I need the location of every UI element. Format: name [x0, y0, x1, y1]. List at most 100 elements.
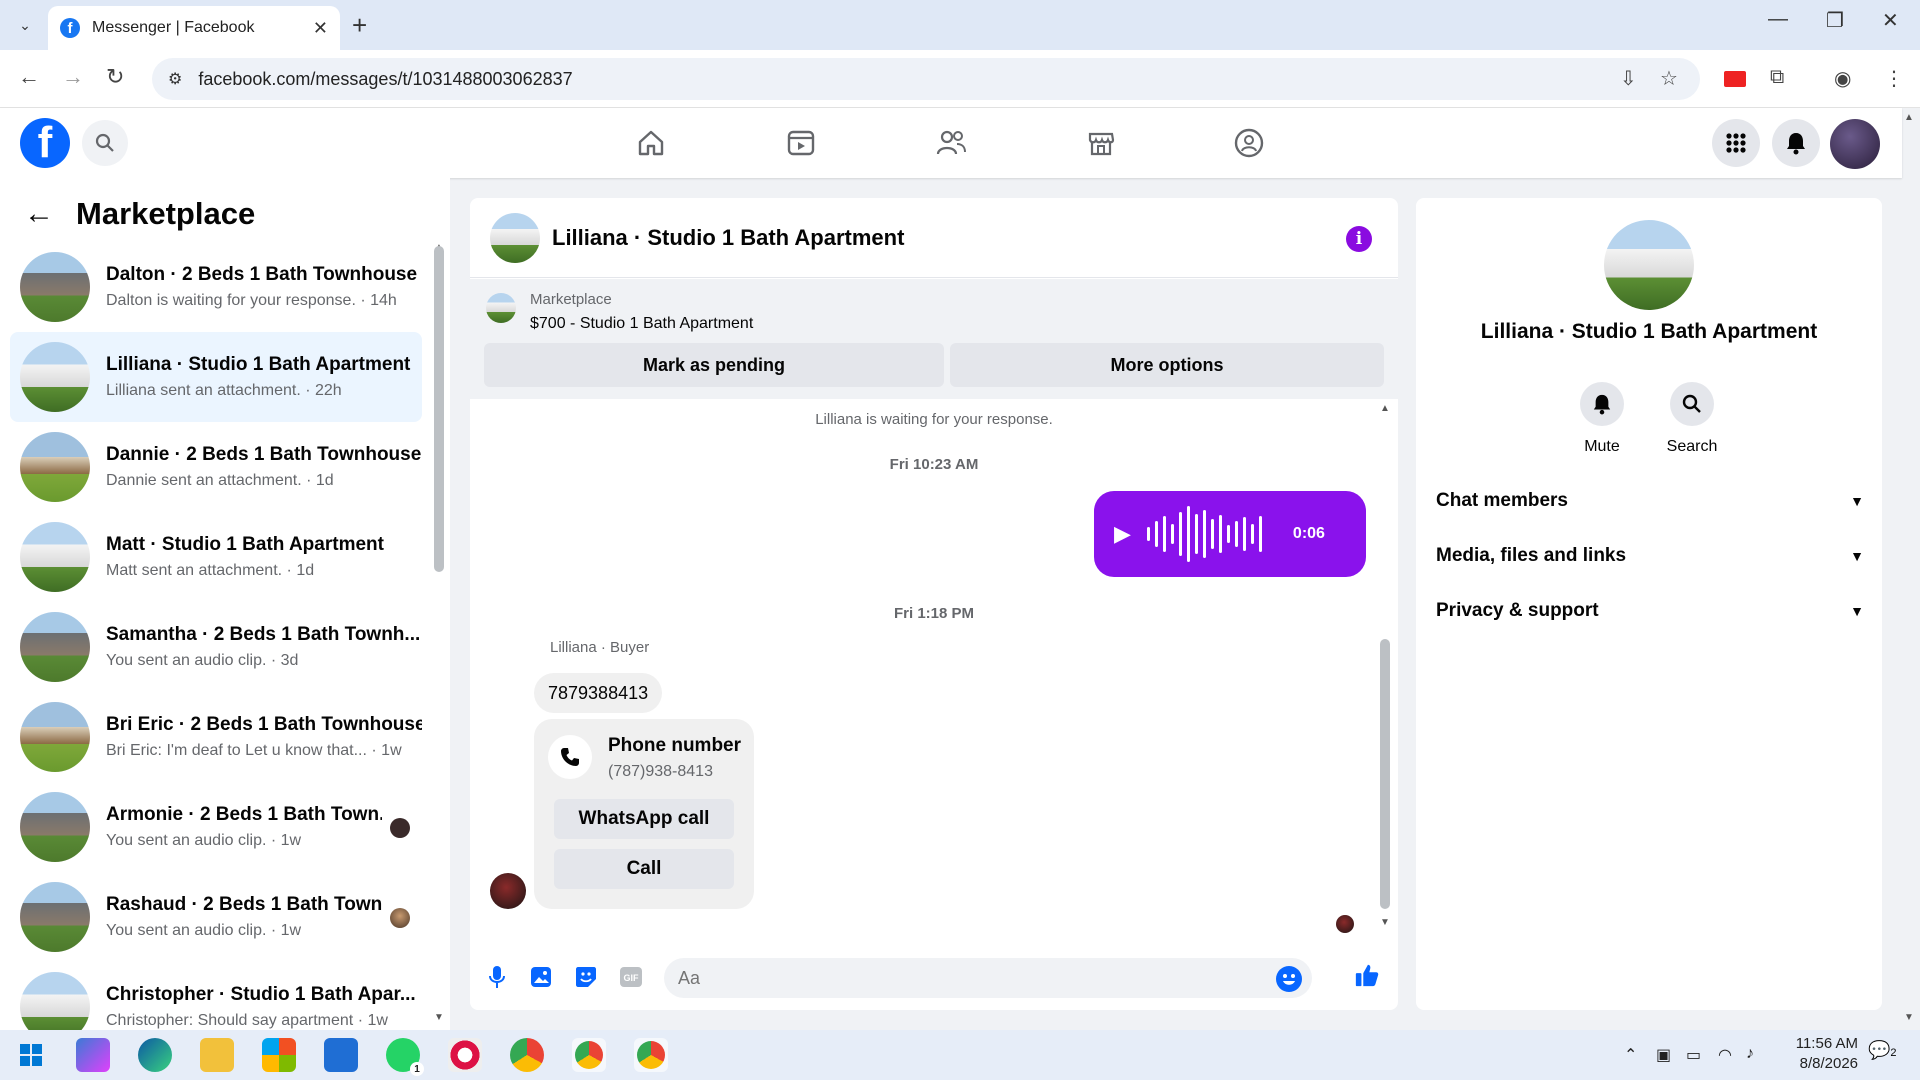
whatsapp-call-button[interactable]: WhatsApp call [554, 799, 734, 839]
new-tab-plus-icon[interactable]: + [352, 10, 367, 41]
listing-avatar[interactable] [1604, 220, 1694, 310]
chat-item-armonie[interactable]: Armonie · 2 Beds 1 Bath Town... You sent … [10, 782, 422, 872]
notification-center-icon[interactable]: 💬2 [1868, 1040, 1897, 1061]
mute-action[interactable]: Mute [1562, 382, 1642, 456]
phone-card-number: (787)938-8413 [608, 763, 713, 780]
message-input[interactable] [664, 958, 1312, 998]
chat-preview: Matt sent an attachment. · 1d [106, 562, 315, 579]
video-icon[interactable] [778, 122, 824, 164]
chat-item-matt[interactable]: Matt · Studio 1 Bath Apartment Matt sent … [10, 512, 422, 602]
chat-item-dannie[interactable]: Dannie · 2 Beds 1 Bath Townhouse Dannie s… [10, 422, 422, 512]
sticker-icon[interactable] [573, 964, 599, 990]
whatsapp-icon[interactable]: 1 [386, 1038, 424, 1076]
edge-icon[interactable] [138, 1038, 172, 1072]
gif-icon[interactable]: GIF [618, 964, 644, 990]
install-app-icon[interactable]: ⇩ [1620, 66, 1637, 91]
browser-menu-icon[interactable]: ⋮ [1884, 66, 1904, 91]
scroll-down-icon[interactable]: ▼ [1380, 917, 1390, 928]
chat-name: Dannie · 2 Beds 1 Bath Townhouse [106, 444, 422, 465]
chat-item-rashaud[interactable]: Rashaud · 2 Beds 1 Bath Town... You sent … [10, 872, 422, 962]
chat-members-section[interactable]: Chat members ▼ [1436, 481, 1864, 521]
back-arrow-icon[interactable]: ← [18, 64, 40, 90]
reload-icon[interactable]: ↻ [106, 64, 124, 90]
wifi-icon[interactable]: ◠ [1718, 1045, 1732, 1065]
emoji-icon[interactable] [1276, 966, 1302, 992]
chrome-icon[interactable] [510, 1038, 544, 1072]
more-options-button[interactable]: More options [950, 343, 1384, 387]
page-scroll-up-icon[interactable]: ▲ [1904, 112, 1914, 123]
chat-item-lilliana[interactable]: Lilliana · Studio 1 Bath Apartment Lillia… [10, 332, 422, 422]
show-hidden-icons-icon[interactable]: ⌃ [1624, 1045, 1637, 1065]
call-button[interactable]: Call [554, 849, 734, 889]
tab-search-chevron-icon[interactable]: ⌄ [12, 12, 38, 38]
info-icon[interactable]: i [1346, 226, 1372, 252]
conversation-thumbnail[interactable] [490, 212, 540, 263]
microphone-icon[interactable] [484, 964, 510, 990]
copilot-icon[interactable] [76, 1038, 110, 1072]
incoming-message-bubble[interactable]: 7879388413 [534, 673, 663, 713]
app-icon[interactable] [448, 1038, 482, 1072]
listing-thumbnail [20, 612, 90, 682]
extension-red-icon[interactable] [1724, 71, 1746, 87]
battery-icon[interactable]: ▭ [1686, 1045, 1701, 1065]
microsoft-store-icon[interactable] [262, 1038, 296, 1072]
taskbar-clock[interactable]: 11:56 AM 8/8/2026 [1770, 1034, 1858, 1074]
buyer-avatar[interactable] [490, 873, 526, 909]
back-arrow-icon[interactable]: ← [24, 197, 54, 231]
meet-now-icon[interactable]: ▣ [1656, 1045, 1671, 1065]
listing-thumbnail [20, 252, 90, 322]
home-icon[interactable] [628, 122, 674, 164]
address-bar[interactable]: ⚙ facebook.com/messages/t/10314880030628… [152, 58, 1700, 100]
file-explorer-icon[interactable] [200, 1038, 234, 1072]
thread-scrollbar[interactable] [1380, 639, 1390, 909]
page-scroll-down-icon[interactable]: ▼ [1904, 1012, 1914, 1023]
listing-title[interactable]: $700 - Studio 1 Bath Apartment [530, 315, 753, 333]
account-avatar[interactable] [1830, 119, 1880, 169]
search-icon[interactable] [1670, 382, 1714, 426]
media-files-links-section[interactable]: Media, files and links ▼ [1436, 536, 1864, 576]
mark-as-pending-button[interactable]: Mark as pending [484, 343, 944, 387]
close-window-icon[interactable]: ✕ [1882, 8, 1899, 33]
bookmark-star-icon[interactable]: ☆ [1660, 66, 1678, 91]
browser-tab-messenger[interactable]: f Messenger | Facebook ✕ [48, 6, 340, 50]
facebook-search-icon[interactable] [82, 120, 128, 166]
notifications-bell-icon[interactable] [1772, 119, 1820, 167]
conversation-title[interactable]: Lilliana · Studio 1 Bath Apartment [552, 225, 904, 251]
waiting-note: Lilliana is waiting for your response. [815, 411, 1053, 428]
friends-icon[interactable] [928, 122, 974, 164]
chrome-active-icon[interactable] [634, 1038, 668, 1072]
facebook-logo-icon[interactable]: f [20, 118, 70, 168]
windows-start-icon[interactable] [14, 1038, 48, 1072]
chat-item-dalton[interactable]: Dalton · 2 Beds 1 Bath Townhouse Dalton i… [10, 242, 422, 332]
scroll-down-icon[interactable]: ▼ [434, 1012, 444, 1023]
sender-label: Lilliana · Buyer [550, 639, 650, 656]
search-action[interactable]: Search [1652, 382, 1732, 456]
seen-avatar [390, 818, 410, 838]
thumbs-up-icon[interactable] [1354, 962, 1380, 988]
whatsapp-badge: 1 [410, 1062, 424, 1076]
minimize-window-icon[interactable]: — [1768, 8, 1788, 31]
chat-item-bri-eric[interactable]: Bri Eric · 2 Beds 1 Bath Townhouse Bri Er… [10, 692, 422, 782]
restore-window-icon[interactable]: ❐ [1826, 8, 1844, 33]
scroll-up-icon[interactable]: ▲ [1380, 403, 1390, 414]
play-icon[interactable]: ▶ [1114, 521, 1131, 547]
tab-close-icon[interactable]: ✕ [313, 18, 328, 39]
site-settings-icon[interactable]: ⚙ [168, 69, 182, 89]
extensions-puzzle-icon[interactable]: ⧉ [1770, 66, 1784, 89]
volume-icon[interactable]: ♪ [1746, 1045, 1754, 1063]
audio-message[interactable]: ▶ 0:06 [1094, 491, 1366, 577]
marketplace-icon[interactable] [1078, 122, 1124, 164]
menu-grid-icon[interactable] [1712, 119, 1760, 167]
listing-thumbnail [486, 293, 516, 323]
groups-icon[interactable] [1226, 122, 1272, 164]
outlook-icon[interactable] [324, 1038, 358, 1072]
forward-arrow-icon[interactable]: → [62, 64, 84, 90]
bell-icon[interactable] [1580, 382, 1624, 426]
svg-text:GIF: GIF [624, 973, 640, 983]
profile-icon[interactable]: ◉ [1834, 66, 1851, 91]
chat-item-samantha[interactable]: Samantha · 2 Beds 1 Bath Townh... You sen… [10, 602, 422, 692]
chrome-profile-icon[interactable] [572, 1038, 606, 1072]
privacy-support-section[interactable]: Privacy & support ▼ [1436, 591, 1864, 631]
photo-icon[interactable] [528, 964, 554, 990]
chat-list-scrollbar[interactable] [434, 246, 444, 572]
